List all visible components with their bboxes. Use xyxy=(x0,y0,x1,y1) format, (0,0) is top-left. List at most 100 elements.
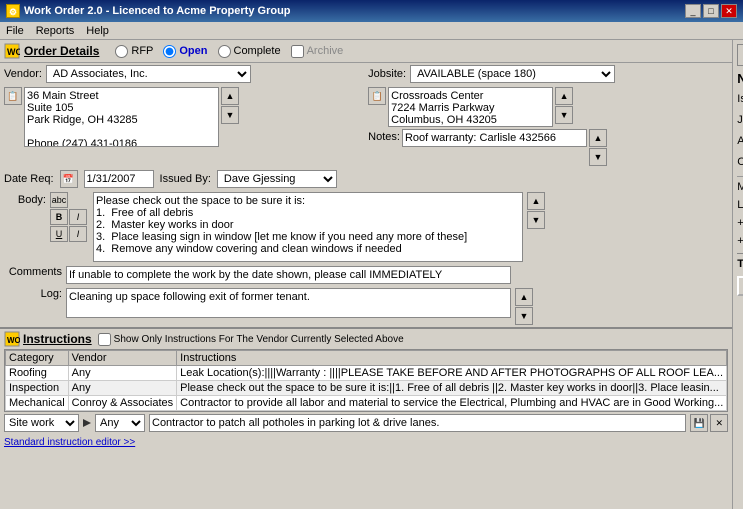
total-row: Total ? xyxy=(737,253,743,272)
col-vendor: Vendor xyxy=(68,351,177,366)
order-details-label: Order Details xyxy=(24,44,99,58)
vendor-label: Vendor: xyxy=(4,68,42,80)
log-row: Log: Cleaning up space following exit of… xyxy=(0,286,732,327)
vendor-address[interactable]: 36 Main Street Suite 105 Park Ridge, OH … xyxy=(24,87,219,147)
vendor-scroll-dn[interactable]: ▼ xyxy=(221,106,239,124)
vendor-row: Vendor: AD Associates, Inc. xyxy=(4,65,364,83)
table-row[interactable]: Inspection Any Please check out the spac… xyxy=(6,381,727,396)
vendor-column: Vendor: AD Associates, Inc. 📋 36 Main St… xyxy=(4,65,364,166)
jobsite-scroll-up[interactable]: ▲ xyxy=(555,87,573,105)
order-header: WO Order Details RFP Open Complete Archi… xyxy=(0,40,732,63)
menu-file[interactable]: File xyxy=(4,25,26,37)
row-vendor: Conroy & Associates xyxy=(68,396,177,411)
date-row: Date Req: 📅 Issued By: Dave Gjessing xyxy=(0,168,732,190)
italic-btn[interactable]: I xyxy=(69,209,87,225)
show-only-checkbox-item[interactable]: Show Only Instructions For The Vendor Cu… xyxy=(98,333,404,346)
jobsite-addr-btn[interactable]: 📋 xyxy=(368,87,386,105)
account-row: Account Maintenance xyxy=(737,132,743,150)
notes-scroll-up[interactable]: ▲ xyxy=(589,129,607,147)
save-instruction-btn[interactable]: 💾 xyxy=(690,414,708,432)
standard-editor-link[interactable]: Standard instruction editor >> xyxy=(4,437,135,448)
table-row[interactable]: Roofing Any Leak Location(s):||||Warrant… xyxy=(6,366,727,381)
col-instructions: Instructions xyxy=(177,351,727,366)
labor-label: Labor xyxy=(737,199,743,211)
radio-archive[interactable]: Archive xyxy=(291,45,344,58)
vendor-select[interactable]: AD Associates, Inc. xyxy=(46,65,251,83)
underline-btn[interactable]: U xyxy=(50,226,68,242)
tax1-label: + Tax 1 xyxy=(737,217,743,229)
date-cal-icon[interactable]: 📅 xyxy=(60,170,78,188)
jobsite-address[interactable]: Crossroads Center 7224 Marris Parkway Co… xyxy=(388,87,553,127)
issued-by-select[interactable]: Dave Gjessing xyxy=(217,170,337,188)
body-tools: abc B I U I xyxy=(50,192,87,242)
vendor-bottom-select[interactable]: Any xyxy=(95,414,145,432)
minimize-button[interactable]: _ xyxy=(685,4,701,18)
no-field: No: 000023 xyxy=(737,70,743,86)
window-title: Work Order 2.0 - Licenced to Acme Proper… xyxy=(24,5,291,17)
bottom-buttons: 💾 ✕ xyxy=(690,414,728,432)
title-bar: ⚙ Work Order 2.0 - Licenced to Acme Prop… xyxy=(0,0,743,22)
vendor-addr-btn[interactable]: 📋 xyxy=(4,87,22,105)
svg-text:WO: WO xyxy=(7,47,20,57)
delete-instruction-btn[interactable]: ✕ xyxy=(710,414,728,432)
radio-complete[interactable]: Complete xyxy=(218,45,281,58)
table-row[interactable]: Mechanical Conroy & Associates Contracto… xyxy=(6,396,727,411)
body-tool-row1: abc xyxy=(50,192,87,208)
maximize-button[interactable]: □ xyxy=(703,4,719,18)
instructions-title: WO Instructions xyxy=(4,331,92,347)
bold-btn[interactable]: B xyxy=(50,209,68,225)
tax2-label: + Tax 2 xyxy=(737,235,743,247)
show-orders-button[interactable]: Show Orders xyxy=(737,276,743,296)
radio-group: RFP Open Complete Archive xyxy=(115,45,343,58)
italic2-btn[interactable]: I xyxy=(69,226,87,242)
notes-label: Notes: xyxy=(368,129,400,143)
date-req-input[interactable] xyxy=(84,170,154,188)
comments-input[interactable] xyxy=(66,266,511,284)
body-section: Body: abc B I U I Please check out the s… xyxy=(0,190,732,264)
no-label: No: xyxy=(737,71,743,86)
menu-help[interactable]: Help xyxy=(84,25,111,37)
log-scroll-dn[interactable]: ▼ xyxy=(515,307,533,325)
account-label: Account xyxy=(737,135,743,147)
category-row: Category General xyxy=(737,153,743,171)
notes-field[interactable]: Roof warranty: Carlisle 432566 xyxy=(402,129,587,147)
svg-text:WO: WO xyxy=(7,336,20,345)
radio-rfp[interactable]: RFP xyxy=(115,45,153,58)
instructions-table: Category Vendor Instructions Roofing Any… xyxy=(5,350,727,411)
row-category: Roofing xyxy=(6,366,69,381)
tax1-row: + Tax 1 xyxy=(737,215,743,231)
jobsite-scroll-dn[interactable]: ▼ xyxy=(555,106,573,124)
status-indicator-row xyxy=(737,300,743,310)
vendor-scroll-up[interactable]: ▲ xyxy=(221,87,239,105)
close-button[interactable]: ✕ xyxy=(721,4,737,18)
body-label-row: Body: abc B I U I Please check out the s… xyxy=(4,192,728,262)
instructions-table-container: Category Vendor Instructions Roofing Any… xyxy=(4,349,728,412)
instruction-text-input[interactable] xyxy=(149,414,686,432)
right-toolbar: 📄 📋 🖨 🔍 💾 ? xyxy=(737,44,743,66)
right-panel: 📄 📋 🖨 🔍 💾 ? No: 000023 Issue Date 📅 Job … xyxy=(733,40,743,509)
jobsite-select[interactable]: AVAILABLE (space 180) xyxy=(410,65,615,83)
spell-check-btn[interactable]: abc xyxy=(50,192,68,208)
window-controls[interactable]: _ □ ✕ xyxy=(685,4,737,18)
notes-row: Notes: Roof warranty: Carlisle 432566 ▲ … xyxy=(368,129,728,166)
row-instructions: Leak Location(s):||||Warranty : ||||PLEA… xyxy=(177,366,727,381)
log-scroll-up[interactable]: ▲ xyxy=(515,288,533,306)
job-number-row: Job Number 0575127 xyxy=(737,111,743,129)
jobsite-row: Jobsite: AVAILABLE (space 180) xyxy=(368,65,728,83)
show-only-checkbox[interactable] xyxy=(98,333,111,346)
log-textarea[interactable]: Cleaning up space following exit of form… xyxy=(66,288,511,318)
radio-open[interactable]: Open xyxy=(163,45,207,58)
category-bottom-select[interactable]: Site work Roofing Inspection Mechanical xyxy=(4,414,79,432)
body-scroll-up[interactable]: ▲ xyxy=(527,192,545,210)
notes-scroll-dn[interactable]: ▼ xyxy=(589,148,607,166)
separator xyxy=(737,176,743,177)
body-tool-row2: B I xyxy=(50,209,87,225)
body-scroll-dn[interactable]: ▼ xyxy=(527,211,545,229)
main-content: WO Order Details RFP Open Complete Archi… xyxy=(0,40,743,509)
body-textarea[interactable]: Please check out the space to be sure it… xyxy=(93,192,523,262)
category-label: Category xyxy=(737,156,743,168)
new-doc-btn[interactable]: 📄 xyxy=(737,44,743,66)
vendor-jobsite-section: Vendor: AD Associates, Inc. 📋 36 Main St… xyxy=(0,63,732,168)
menu-reports[interactable]: Reports xyxy=(34,25,77,37)
jobsite-address-row: 📋 Crossroads Center 7224 Marris Parkway … xyxy=(368,87,728,127)
